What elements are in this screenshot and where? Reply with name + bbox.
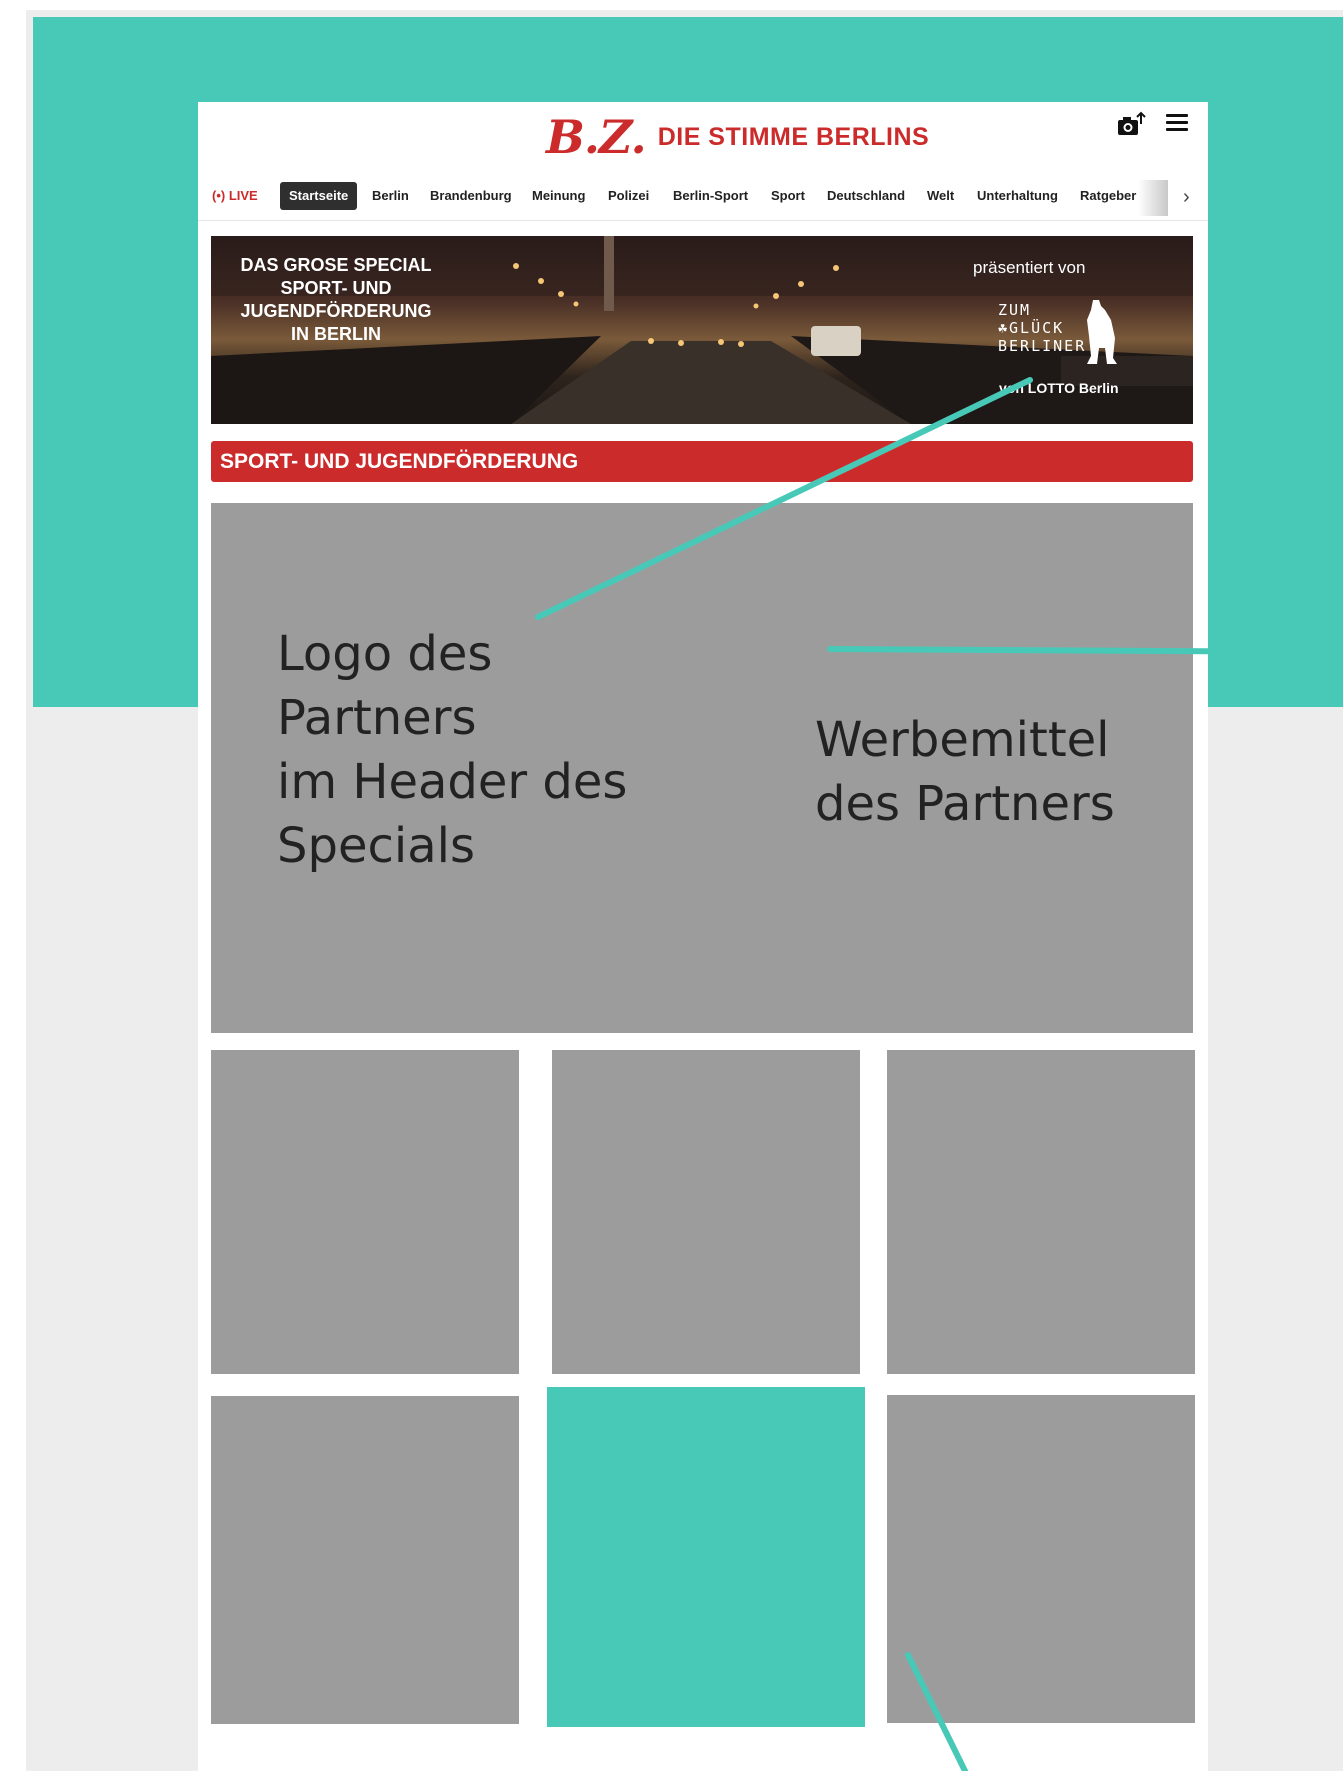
nav-item-brandenburg[interactable]: Brandenburg	[430, 182, 512, 210]
nav-scroll-fade	[1138, 180, 1168, 216]
banner-title-line: IN BERLIN	[291, 324, 381, 344]
page-mockup: B.Z. DIE STIMME BERLINS (•) LIVE Startse…	[198, 102, 1208, 1771]
nav-item-berlin[interactable]: Berlin	[372, 182, 409, 210]
article-tile[interactable]	[887, 1395, 1195, 1723]
article-tile[interactable]	[552, 1050, 860, 1374]
logo-claim: DIE STIMME BERLINS	[657, 122, 930, 151]
nav-item-unterhaltung[interactable]: Unterhaltung	[977, 182, 1058, 210]
nav-live[interactable]: (•) LIVE	[212, 182, 258, 210]
hamburger-menu-icon[interactable]	[1166, 114, 1188, 134]
partner-logo[interactable]: ZUM ☘GLÜCK BERLINER	[998, 301, 1086, 355]
annotation-logo-partner: Logo des Partners im Header des Specials	[277, 626, 628, 874]
presented-by-label: präsentiert von	[973, 258, 1086, 277]
chevron-right-icon[interactable]: ›	[1183, 186, 1190, 209]
partner-logo-line: BERLINER	[998, 337, 1087, 355]
partner-logo-line: ☘GLÜCK	[998, 319, 1065, 337]
banner-title: DAS GROSE SPECIAL SPORT- UND JUGENDFÖRDE…	[221, 254, 451, 346]
nav-item-sport[interactable]: Sport	[771, 182, 805, 210]
logo-bz: B.Z.	[546, 110, 647, 164]
annotation-ad-partner: Werbemittel des Partners	[815, 712, 1115, 832]
main-navigation: (•) LIVE Startseite Berlin Brandenburg M…	[198, 180, 1208, 221]
top-strip	[0, 0, 1343, 10]
section-title: SPORT- UND JUGENDFÖRDERUNG	[211, 441, 1193, 482]
camera-upload-icon[interactable]	[1115, 110, 1147, 140]
article-tile[interactable]	[887, 1050, 1195, 1374]
nav-item-startseite[interactable]: Startseite	[280, 182, 358, 210]
nav-item-berlin-sport[interactable]: Berlin-Sport	[673, 182, 748, 210]
banner-title-line: JUGENDFÖRDERUNG	[240, 301, 432, 321]
article-tile[interactable]	[211, 1396, 519, 1724]
left-margin	[0, 0, 26, 1771]
highlighted-ad-tile[interactable]	[547, 1387, 865, 1727]
partner-logo-line: ZUM	[998, 301, 1032, 319]
partner-subline: von LOTTO Berlin	[999, 380, 1119, 396]
banner-title-line: SPORT- UND	[280, 278, 392, 298]
nav-item-ratgeber[interactable]: Ratgeber	[1080, 182, 1136, 210]
bear-icon	[1079, 298, 1121, 366]
nav-item-polizei[interactable]: Polizei	[608, 182, 649, 210]
site-header: B.Z. DIE STIMME BERLINS	[198, 102, 1208, 167]
special-header-banner: DAS GROSE SPECIAL SPORT- UND JUGENDFÖRDE…	[211, 236, 1193, 424]
banner-title-line: DAS GROSE SPECIAL	[240, 255, 432, 275]
site-logo[interactable]: B.Z. DIE STIMME BERLINS	[546, 110, 929, 164]
nav-item-deutschland[interactable]: Deutschland	[827, 182, 905, 210]
nav-item-meinung[interactable]: Meinung	[532, 182, 585, 210]
nav-item-welt[interactable]: Welt	[927, 182, 954, 210]
article-tile[interactable]	[211, 1050, 519, 1374]
